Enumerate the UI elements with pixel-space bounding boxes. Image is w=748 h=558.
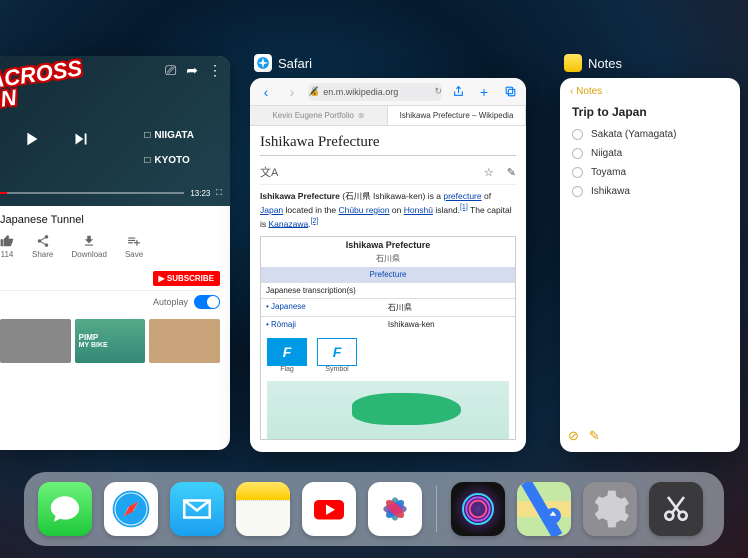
share-button[interactable]: Share xyxy=(32,234,53,259)
app-card-youtube[interactable]: Y ACROSS PAN ⎚ ➦ ⋮ □NIIGATA □KYOTO 13:23… xyxy=(0,56,230,450)
new-note-icon[interactable]: ✎ xyxy=(589,428,600,444)
app-card-notes[interactable]: ‹ Notes Trip to Japan Sakata (Yamagata) … xyxy=(560,78,740,452)
dock-app-photos[interactable] xyxy=(368,482,422,536)
suggested-video-thumb[interactable] xyxy=(0,319,71,363)
subscribe-button[interactable]: ▶ SUBSCRIBE xyxy=(153,271,221,286)
browser-tab[interactable]: Kevin Eugene Portfolio⊗ xyxy=(250,106,388,125)
language-icon[interactable]: 文A xyxy=(260,164,278,180)
fullscreen-icon[interactable]: ⛶ xyxy=(216,188,222,198)
flag-image: F xyxy=(267,338,307,366)
play-icon[interactable] xyxy=(20,128,42,150)
safari-toolbar: ‹ › 🔏 en.m.wikipedia.org ↻ + xyxy=(250,78,526,106)
video-map-labels: □NIIGATA □KYOTO xyxy=(144,116,194,180)
infobox: Ishikawa Prefecture 石川県 Prefecture Japan… xyxy=(260,236,516,440)
app-label-safari: Safari xyxy=(250,54,312,72)
checklist-item[interactable]: Ishikawa xyxy=(572,182,728,201)
download-button[interactable]: Download xyxy=(71,234,107,259)
dock-app-maps[interactable] xyxy=(517,482,571,536)
more-icon[interactable]: ⋮ xyxy=(208,62,222,79)
dock-app-notes[interactable] xyxy=(236,482,290,536)
suggested-video-thumb[interactable]: PIMPMY BIKE xyxy=(75,319,146,363)
dock xyxy=(24,472,724,546)
note-title: Trip to Japan xyxy=(560,105,740,125)
checkbox-icon[interactable] xyxy=(572,148,583,159)
app-label-notes: Notes xyxy=(560,54,622,72)
symbol-image: F xyxy=(317,338,357,366)
checkbox-icon[interactable] xyxy=(572,129,583,140)
like-button[interactable]: 114 xyxy=(0,234,14,259)
back-button[interactable]: ‹ xyxy=(256,82,276,102)
share-icon[interactable] xyxy=(448,82,468,102)
tabs-icon[interactable] xyxy=(500,82,520,102)
dock-app-siri[interactable] xyxy=(451,482,505,536)
video-player[interactable]: Y ACROSS PAN ⎚ ➦ ⋮ □NIIGATA □KYOTO 13:23… xyxy=(0,56,230,206)
locator-map xyxy=(267,381,509,439)
app-card-safari[interactable]: ‹ › 🔏 en.m.wikipedia.org ↻ + Kevin Eugen… xyxy=(250,78,526,452)
new-tab-button[interactable]: + xyxy=(474,82,494,102)
checklist-item[interactable]: Toyama xyxy=(572,163,728,182)
video-duration: 13:23 xyxy=(190,189,210,198)
share-arrow-icon[interactable]: ➦ xyxy=(186,62,198,79)
checkbox-icon[interactable] xyxy=(572,167,583,178)
dock-app-safari[interactable] xyxy=(104,482,158,536)
browser-tab-active[interactable]: Ishikawa Prefecture – Wikipedia xyxy=(388,106,526,125)
reload-icon[interactable]: ↻ xyxy=(434,86,442,97)
notes-back-button[interactable]: ‹ Notes xyxy=(560,78,740,105)
checkbox-icon[interactable] xyxy=(572,186,583,197)
suggested-video-thumb[interactable] xyxy=(149,319,220,363)
cast-icon[interactable]: ⎚ xyxy=(165,62,176,79)
reader-icon[interactable]: 🔏 xyxy=(308,86,319,97)
video-title: Japanese Tunnel xyxy=(0,214,220,226)
save-button[interactable]: Save xyxy=(125,234,143,259)
address-bar[interactable]: 🔏 en.m.wikipedia.org ↻ xyxy=(308,83,442,101)
article-lead: Ishikawa Prefecture Ishikawa Prefecture … xyxy=(260,191,516,230)
forward-button: › xyxy=(282,82,302,102)
dock-app-settings[interactable] xyxy=(583,482,637,536)
edit-icon[interactable]: ✎ xyxy=(507,167,516,179)
next-icon[interactable] xyxy=(70,128,92,150)
delete-icon[interactable]: ⊘ xyxy=(568,428,579,444)
dock-app-mail[interactable] xyxy=(170,482,224,536)
dock-app-shortcuts[interactable] xyxy=(649,482,703,536)
progress-bar[interactable] xyxy=(0,192,184,194)
article-title: Ishikawa Prefecture xyxy=(260,134,516,156)
dock-app-messages[interactable] xyxy=(38,482,92,536)
dock-app-youtube[interactable] xyxy=(302,482,356,536)
dock-separator xyxy=(436,486,437,532)
checklist: Sakata (Yamagata) Niigata Toyama Ishikaw… xyxy=(560,125,740,201)
star-icon[interactable]: ☆ xyxy=(484,167,494,179)
autoplay-label: Autoplay xyxy=(153,297,188,307)
page-content: Ishikawa Prefecture 文A ☆ ✎ Ishikawa Pref… xyxy=(250,126,526,448)
checklist-item[interactable]: Niigata xyxy=(572,144,728,163)
checklist-item[interactable]: Sakata (Yamagata) xyxy=(572,125,728,144)
autoplay-toggle[interactable] xyxy=(194,295,220,309)
